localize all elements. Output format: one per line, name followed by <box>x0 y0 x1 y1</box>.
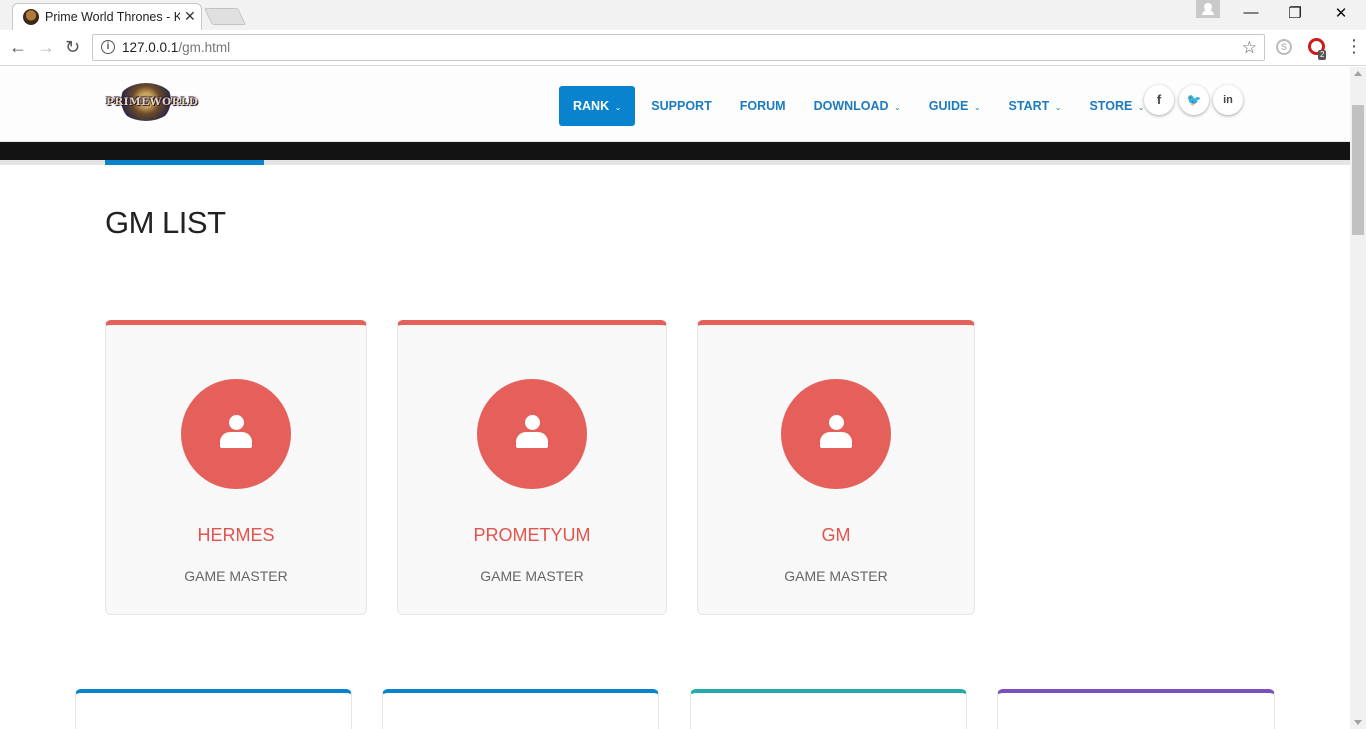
logo-text: PRIMEWORLD <box>106 96 199 108</box>
user-icon <box>516 415 548 451</box>
profile-avatar-icon[interactable] <box>1196 0 1220 18</box>
info-card <box>690 689 967 729</box>
chevron-down-icon: ⌄ <box>1137 103 1145 112</box>
gm-card[interactable]: PROMETYUM GAME MASTER <box>397 320 667 615</box>
skype-extension-icon[interactable]: S <box>1276 39 1292 55</box>
nav-item-forum[interactable]: FORUM <box>726 86 800 126</box>
primeworld-logo[interactable]: PRIMEWORLD <box>106 83 199 121</box>
gm-avatar <box>781 379 891 489</box>
tab-close-icon[interactable]: ✕ <box>184 8 196 24</box>
main-nav: RANK ⌄ SUPPORT FORUM DOWNLOAD ⌄ GUIDE ⌄ … <box>559 86 1159 126</box>
site-header: PRIMEWORLD RANK ⌄ SUPPORT FORUM DOWNLOAD… <box>0 67 1350 142</box>
nav-item-download[interactable]: DOWNLOAD ⌄ <box>800 86 915 126</box>
twitter-icon[interactable]: 🐦 <box>1179 85 1209 115</box>
chevron-down-icon: ⌄ <box>894 103 901 112</box>
nav-label: FORUM <box>739 99 786 113</box>
scroll-thumb[interactable] <box>1352 105 1364 235</box>
nav-label: STORE <box>1089 99 1133 113</box>
header-dark-bar <box>0 142 1350 160</box>
nav-label: DOWNLOAD <box>813 99 889 113</box>
browser-toolbar: ← → ↻ i 127.0.0.1/gm.html ☆ S 2 ⋮ <box>0 30 1366 66</box>
forward-icon[interactable]: → <box>37 37 55 57</box>
linkedin-icon[interactable]: in <box>1213 85 1243 115</box>
site-favicon-icon <box>23 9 39 25</box>
nav-item-start[interactable]: START ⌄ <box>995 86 1076 126</box>
page-viewport: PRIMEWORLD RANK ⌄ SUPPORT FORUM DOWNLOAD… <box>0 67 1350 729</box>
gm-name[interactable]: HERMES <box>106 525 366 546</box>
url-path: /gm.html <box>178 40 231 55</box>
back-icon[interactable]: ← <box>9 37 27 57</box>
nav-label: START <box>1008 99 1050 113</box>
nav-item-rank[interactable]: RANK ⌄ <box>559 86 636 126</box>
chevron-down-icon: ⌄ <box>614 103 622 112</box>
facebook-icon[interactable]: f <box>1144 85 1174 115</box>
nav-item-support[interactable]: SUPPORT <box>637 86 725 126</box>
gm-avatar <box>181 379 291 489</box>
info-card <box>75 689 352 729</box>
scroll-up-icon[interactable] <box>1354 71 1362 76</box>
url-host: 127.0.0.1 <box>122 40 179 55</box>
nav-label: RANK <box>573 99 610 113</box>
header-accent-line <box>105 160 264 165</box>
gm-role: GAME MASTER <box>480 568 584 584</box>
nav-label: SUPPORT <box>651 99 712 113</box>
extension-badge: 2 <box>1318 50 1327 60</box>
gm-role: GAME MASTER <box>784 568 888 584</box>
restore-button[interactable]: ❐ <box>1280 4 1310 22</box>
user-icon <box>820 415 852 451</box>
gm-card[interactable]: GM GAME MASTER <box>697 320 975 615</box>
page-title: GM LIST <box>105 205 226 240</box>
browser-menu-icon[interactable]: ⋮ <box>1345 36 1363 56</box>
info-icon[interactable]: i <box>101 40 115 54</box>
url-text[interactable]: 127.0.0.1/gm.html <box>122 40 230 55</box>
chevron-down-icon: ⌄ <box>1054 103 1062 112</box>
minimize-button[interactable]: — <box>1236 4 1266 21</box>
scroll-down-icon[interactable] <box>1354 720 1362 725</box>
info-card <box>382 689 659 729</box>
close-window-button[interactable]: ✕ <box>1326 4 1356 22</box>
gm-name[interactable]: GM <box>698 525 974 546</box>
nav-item-guide[interactable]: GUIDE ⌄ <box>915 86 995 126</box>
info-card <box>997 689 1275 729</box>
nav-label: GUIDE <box>928 99 969 113</box>
new-tab-button[interactable] <box>204 8 246 25</box>
user-icon <box>220 415 252 451</box>
page-scrollbar[interactable] <box>1350 67 1366 729</box>
gm-card[interactable]: HERMES GAME MASTER <box>105 320 367 615</box>
tab-title: Prime World Thrones - K <box>45 10 180 24</box>
browser-tabstrip: Prime World Thrones - K ✕ — ❐ ✕ <box>0 0 1366 30</box>
bookmark-star-icon[interactable]: ☆ <box>1242 38 1257 58</box>
gm-role: GAME MASTER <box>184 568 288 584</box>
chevron-down-icon: ⌄ <box>973 103 981 112</box>
gm-avatar <box>477 379 587 489</box>
browser-tab[interactable]: Prime World Thrones - K ✕ <box>12 3 202 30</box>
address-bar[interactable]: i 127.0.0.1/gm.html ☆ <box>92 34 1265 61</box>
gm-name[interactable]: PROMETYUM <box>398 525 666 546</box>
reload-icon[interactable]: ↻ <box>65 37 80 57</box>
